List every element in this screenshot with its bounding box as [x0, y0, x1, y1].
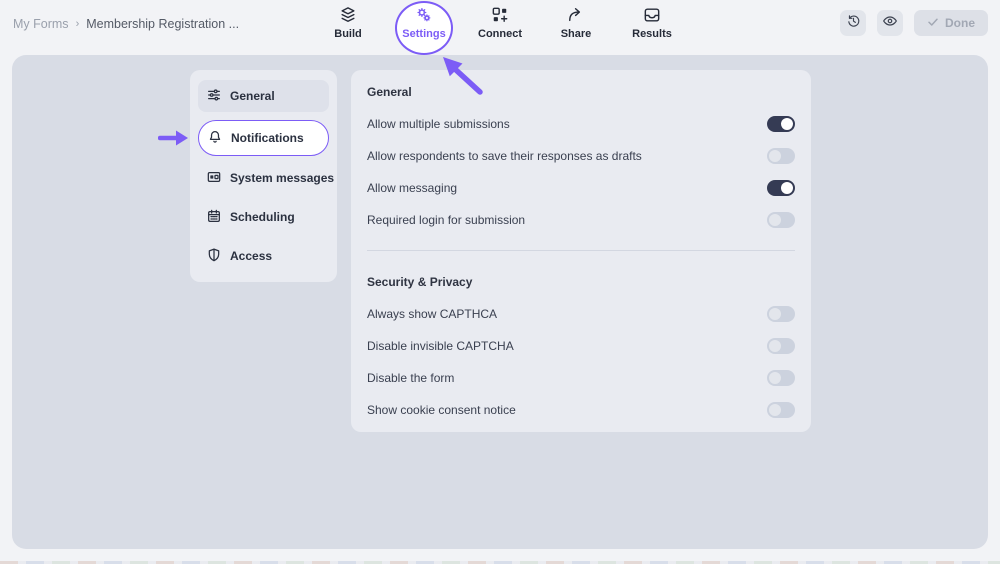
gears-icon [414, 5, 434, 25]
history-button[interactable] [840, 10, 866, 36]
nav-tab-label: Share [561, 28, 592, 40]
sidebar-item-label: System messages [230, 171, 334, 185]
setting-label: Disable the form [367, 371, 454, 385]
setting-row-always-show-captcha: Always show CAPTHCA [367, 298, 795, 330]
settings-page-panel: General Notifications [12, 55, 988, 549]
done-button[interactable]: Done [914, 10, 988, 36]
top-bar: My Forms › Membership Registration ... B… [0, 0, 1000, 55]
toggle-save-drafts[interactable] [767, 148, 795, 164]
calendar-icon [206, 208, 222, 227]
top-nav: Build Settings [324, 5, 676, 40]
history-icon [846, 13, 861, 33]
toggle-cookie-consent[interactable] [767, 402, 795, 418]
sidebar-item-notifications[interactable]: Notifications [198, 120, 329, 156]
nav-tab-label: Results [632, 28, 672, 40]
settings-sidebar: General Notifications [190, 70, 337, 282]
setting-label: Show cookie consent notice [367, 403, 516, 417]
setting-label: Disable invisible CAPTCHA [367, 339, 514, 353]
sidebar-item-label: Access [230, 249, 272, 263]
nav-tab-settings[interactable]: Settings [400, 5, 448, 40]
breadcrumb-my-forms[interactable]: My Forms [13, 17, 69, 31]
shield-icon [206, 247, 222, 266]
nav-tab-label: Build [334, 28, 362, 40]
setting-row-disable-form: Disable the form [367, 362, 795, 394]
toggle-disable-invisible-captcha[interactable] [767, 338, 795, 354]
layers-icon [338, 5, 358, 25]
app-window: My Forms › Membership Registration ... B… [0, 0, 1000, 564]
message-card-icon [206, 169, 222, 188]
breadcrumb: My Forms › Membership Registration ... [13, 17, 239, 31]
sidebar-item-scheduling[interactable]: Scheduling [198, 201, 329, 233]
toggle-allow-messaging[interactable] [767, 180, 795, 196]
sliders-icon [206, 87, 222, 106]
sidebar-item-system-messages[interactable]: System messages [198, 162, 329, 194]
breadcrumb-form-title[interactable]: Membership Registration ... [86, 17, 239, 31]
setting-row-required-login: Required login for submission [367, 204, 795, 236]
setting-label: Allow multiple submissions [367, 117, 510, 131]
preview-button[interactable] [877, 10, 903, 36]
inbox-icon [642, 5, 662, 25]
nav-tab-connect[interactable]: Connect [476, 5, 524, 40]
setting-row-cookie-consent: Show cookie consent notice [367, 394, 795, 426]
setting-label: Always show CAPTHCA [367, 307, 497, 321]
sidebar-item-label: Scheduling [230, 210, 295, 224]
sidebar-item-label: Notifications [231, 131, 304, 145]
nav-tab-label: Settings [402, 28, 445, 40]
setting-row-disable-invisible-captcha: Disable invisible CAPTCHA [367, 330, 795, 362]
breadcrumb-separator: › [76, 18, 80, 30]
setting-row-save-drafts: Allow respondents to save their response… [367, 140, 795, 172]
toggle-disable-form[interactable] [767, 370, 795, 386]
section-title-general: General [367, 84, 795, 100]
apps-plus-icon [490, 5, 510, 25]
setting-label: Allow respondents to save their response… [367, 149, 642, 163]
toggle-always-show-captcha[interactable] [767, 306, 795, 322]
eye-icon [882, 13, 898, 34]
check-icon [927, 16, 939, 31]
nav-tab-build[interactable]: Build [324, 5, 372, 40]
settings-card: General Allow multiple submissions Allow… [351, 70, 811, 432]
section-title-security-privacy: Security & Privacy [367, 274, 795, 290]
share-arrow-icon [566, 5, 586, 25]
setting-label: Required login for submission [367, 213, 525, 227]
bell-icon [207, 129, 223, 148]
sidebar-item-label: General [230, 89, 275, 103]
toggle-required-login[interactable] [767, 212, 795, 228]
sidebar-item-general[interactable]: General [198, 80, 329, 112]
nav-tab-label: Connect [478, 28, 522, 40]
setting-row-allow-messaging: Allow messaging [367, 172, 795, 204]
toggle-multiple-submissions[interactable] [767, 116, 795, 132]
section-divider [367, 250, 795, 251]
nav-tab-share[interactable]: Share [552, 5, 600, 40]
setting-row-multiple-submissions: Allow multiple submissions [367, 108, 795, 140]
done-label: Done [945, 16, 975, 30]
nav-tab-results[interactable]: Results [628, 5, 676, 40]
sidebar-item-access[interactable]: Access [198, 240, 329, 272]
setting-label: Allow messaging [367, 181, 457, 195]
topbar-actions: Done [840, 10, 988, 36]
